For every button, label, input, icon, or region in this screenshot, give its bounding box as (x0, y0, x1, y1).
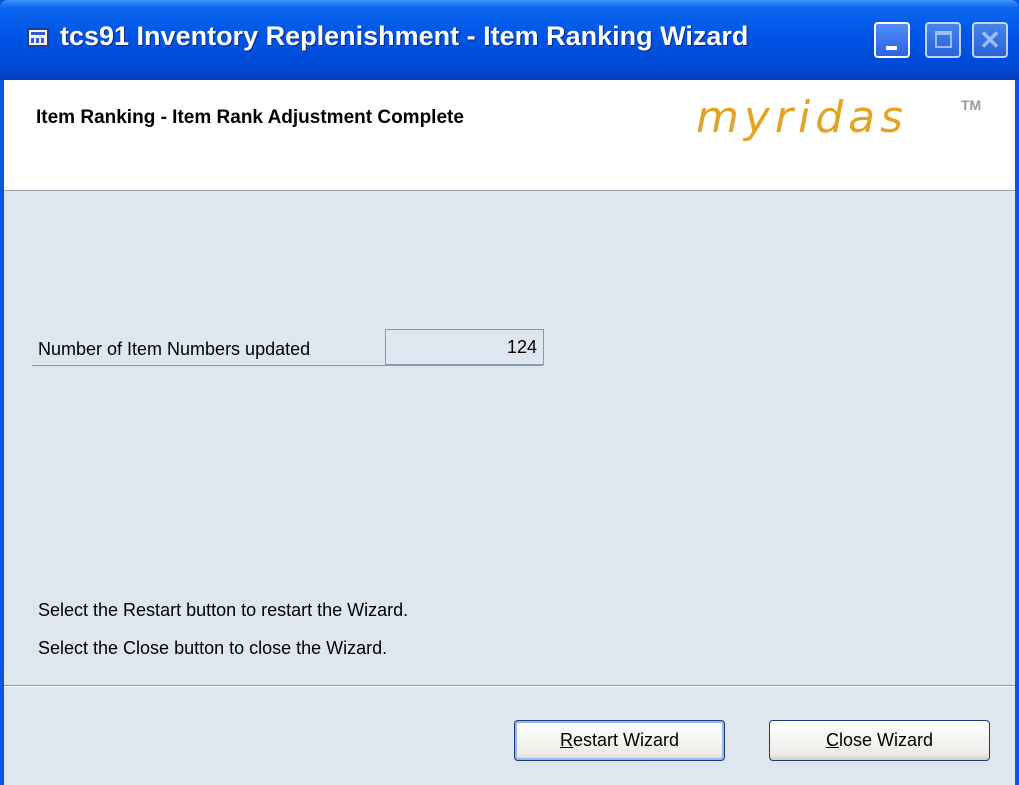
minimize-icon (886, 46, 897, 50)
trademark-mark: TM (961, 97, 982, 113)
page-title: Item Ranking - Item Rank Adjustment Comp… (36, 107, 464, 128)
close-icon: ✕ (979, 25, 1001, 55)
restart-wizard-button[interactable]: Restart Wizard (514, 720, 725, 761)
close-instruction: Select the Close button to close the Wiz… (38, 638, 388, 658)
minimize-button[interactable] (874, 22, 910, 58)
close-accelerator: C (825, 730, 839, 750)
restart-accelerator: R (559, 730, 573, 750)
field-divider (32, 365, 543, 366)
restart-button-label: estart Wizard (572, 730, 680, 750)
title-bar[interactable]: tcs91 Inventory Replenishment - Item Ran… (0, 0, 1019, 80)
items-updated-value: 124 (385, 329, 544, 365)
items-updated-label: Number of Item Numbers updated (38, 339, 311, 359)
maximize-icon (935, 31, 952, 48)
maximize-button[interactable] (925, 22, 961, 58)
wizard-body: Item Ranking - Item Rank Adjustment Comp… (4, 80, 1015, 785)
restart-instruction: Select the Restart button to restart the… (38, 600, 409, 620)
application-icon[interactable] (27, 28, 49, 47)
wizard-window: tcs91 Inventory Replenishment - Item Ran… (0, 0, 1019, 785)
myridas-logo: myridas (696, 92, 909, 143)
footer-separator-highlight (4, 686, 1015, 687)
close-window-button[interactable]: ✕ (972, 22, 1008, 58)
wizard-header: Item Ranking - Item Rank Adjustment Comp… (4, 80, 1015, 191)
window-title: tcs91 Inventory Replenishment - Item Ran… (60, 21, 749, 51)
close-wizard-button[interactable]: Close Wizard (769, 720, 990, 761)
close-button-label: lose Wizard (838, 730, 934, 750)
